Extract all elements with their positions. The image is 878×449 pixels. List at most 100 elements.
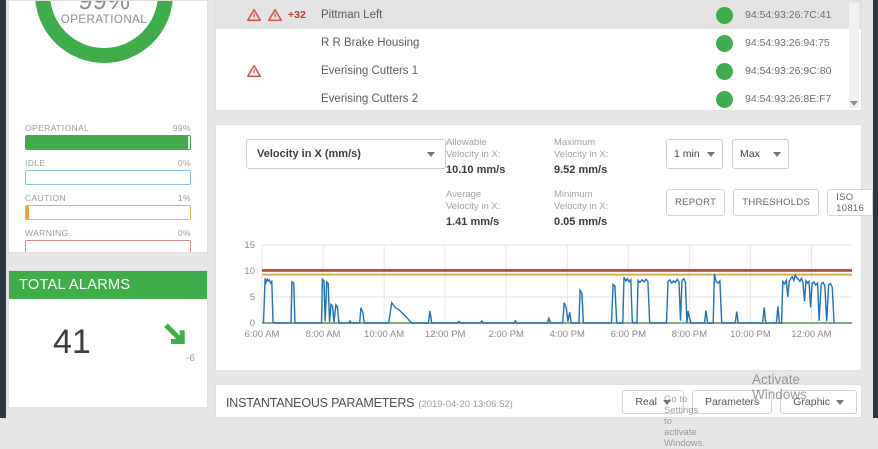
warning-triangle-icon bbox=[246, 64, 262, 78]
svg-text:15: 15 bbox=[244, 240, 255, 251]
stat-label-line2: Velocity in X: bbox=[554, 201, 662, 213]
machine-name: R R Brake Housing bbox=[321, 37, 571, 49]
machine-status-panel: 99% OPERATIONAL OPERATIONAL99%IDLE0%CAUT… bbox=[8, 0, 208, 253]
chevron-down-icon bbox=[707, 152, 715, 157]
app-right-edge bbox=[873, 0, 878, 418]
status-bar-value: 1% bbox=[178, 193, 191, 203]
chevron-down-icon bbox=[427, 152, 435, 157]
svg-text:10:00 AM: 10:00 AM bbox=[364, 329, 404, 340]
select-value: Max bbox=[740, 148, 760, 160]
total-alarms-delta: -6 bbox=[186, 353, 195, 364]
footer-title-wrap: INSTANTANEOUS PARAMETERS (2019-04-20 13:0… bbox=[226, 394, 513, 412]
chevron-down-icon bbox=[836, 400, 844, 405]
parameter-chart-panel: Velocity in X (mm/s) Allowable Velocity i… bbox=[215, 124, 862, 371]
chart-action-buttons: REPORT THRESHOLDS ISO 10816 bbox=[666, 189, 873, 216]
status-bar-fill bbox=[26, 136, 188, 149]
stat-label-line2: Velocity in X: bbox=[446, 201, 554, 213]
svg-text:10: 10 bbox=[244, 266, 255, 277]
alarms-trend-down-arrow-icon bbox=[161, 319, 191, 349]
machine-row-warnings: +32 bbox=[246, 8, 321, 22]
status-bar-label: WARNING bbox=[25, 228, 69, 238]
machine-list-row[interactable]: Everising Cutters 294:54:93:26:8E:F7 bbox=[216, 85, 861, 111]
svg-text:2:00 PM: 2:00 PM bbox=[489, 329, 524, 340]
status-bar-head: CAUTION 1% bbox=[25, 193, 191, 203]
select-max[interactable]: Max bbox=[732, 139, 789, 169]
real-button[interactable]: Real bbox=[622, 390, 684, 414]
stat-label-line1: Minimum bbox=[554, 189, 662, 201]
status-dot-icon bbox=[716, 63, 733, 80]
machine-row-warnings bbox=[246, 64, 321, 78]
footer-timestamp: (2019-04-20 13:06:52) bbox=[418, 399, 513, 410]
status-bars: OPERATIONAL99% IDLE0% CAUTION 1% WARNING 0% bbox=[25, 123, 191, 253]
status-dot-icon bbox=[716, 35, 733, 52]
machine-list-row[interactable]: Everising Cutters 1 94:54:93:26:9C:80 bbox=[216, 57, 861, 85]
status-bar-operational: OPERATIONAL99% bbox=[25, 123, 191, 150]
machine-list-panel: +32Pittman Left94:54:93:26:7C:41R R Brak… bbox=[215, 0, 862, 111]
velocity-chart: 6:00 AM8:00 AM10:00 AM12:00 PM2:00 PM4:0… bbox=[230, 237, 855, 343]
warning-triangle-icon bbox=[246, 8, 262, 22]
machine-name: Pittman Left bbox=[321, 9, 571, 21]
instantaneous-parameters-bar: INSTANTANEOUS PARAMETERS (2019-04-20 13:0… bbox=[215, 384, 862, 418]
parameter-select[interactable]: Velocity in X (mm/s) bbox=[246, 139, 446, 169]
svg-text:6:00 AM: 6:00 AM bbox=[245, 329, 280, 340]
graphic-button[interactable]: Graphic bbox=[780, 390, 857, 414]
svg-text:8:00 AM: 8:00 AM bbox=[306, 329, 341, 340]
operational-gauge-label: OPERATIONAL bbox=[9, 14, 199, 26]
machine-list-row[interactable]: R R Brake Housing94:54:93:26:94:75 bbox=[216, 29, 861, 57]
total-alarms-header: TOTAL ALARMS bbox=[9, 271, 207, 299]
select-1-min[interactable]: 1 min bbox=[666, 139, 723, 169]
svg-text:0: 0 bbox=[250, 318, 255, 329]
status-bar-track bbox=[25, 135, 191, 150]
stat-average: AverageVelocity in X: 1.41 mm/s bbox=[446, 189, 554, 228]
stat-value: 9.52 mm/s bbox=[554, 164, 662, 176]
app-left-edge bbox=[0, 0, 6, 418]
status-bar-label: CAUTION bbox=[25, 193, 66, 203]
status-dot-icon bbox=[716, 91, 733, 108]
select-value: 1 min bbox=[674, 148, 700, 160]
velocity-series-line bbox=[264, 274, 835, 323]
machine-rows: +32Pittman Left94:54:93:26:7C:41R R Brak… bbox=[216, 1, 861, 111]
stat-minimum: MinimumVelocity in X: 0.05 mm/s bbox=[554, 189, 662, 228]
chart-range-selects: 1 min Max bbox=[666, 139, 789, 169]
warning-triangle-icon bbox=[267, 8, 283, 22]
parameter-select-value: Velocity in X (mm/s) bbox=[257, 148, 361, 160]
iso-10816-button[interactable]: ISO 10816 bbox=[827, 189, 873, 216]
status-bar-track bbox=[25, 170, 191, 185]
footer-controls: Real Parameters Graphic bbox=[622, 390, 857, 414]
scroll-down-arrow-icon[interactable] bbox=[850, 101, 858, 106]
status-bar-label: IDLE bbox=[25, 158, 46, 168]
status-bar-value: 0% bbox=[178, 228, 191, 238]
report-button[interactable]: REPORT bbox=[666, 189, 725, 216]
status-bar-caution: CAUTION 1% bbox=[25, 193, 191, 220]
footer-button-label: Graphic bbox=[793, 396, 830, 408]
stat-value: 1.41 mm/s bbox=[446, 216, 554, 228]
stat-value: 10.10 mm/s bbox=[446, 164, 554, 176]
total-alarms-panel: TOTAL ALARMS 41 -6 bbox=[8, 270, 208, 408]
chevron-down-icon bbox=[773, 152, 781, 157]
status-bar-head: WARNING 0% bbox=[25, 228, 191, 238]
thresholds-button[interactable]: THRESHOLDS bbox=[733, 189, 819, 216]
stat-value: 0.05 mm/s bbox=[554, 216, 662, 228]
stat-label-line1: Average bbox=[446, 189, 554, 201]
svg-text:5: 5 bbox=[250, 292, 255, 303]
svg-text:6:00 PM: 6:00 PM bbox=[611, 329, 646, 340]
machine-name: Everising Cutters 1 bbox=[321, 65, 571, 77]
stat-maximum: MaximumVelocity in X:9.52 mm/s bbox=[554, 137, 662, 176]
velocity-stats: AllowableVelocity in X:10.10 mm/sMaximum… bbox=[446, 137, 662, 228]
status-bar-value: 99% bbox=[173, 123, 191, 133]
stat-label-line1: Maximum bbox=[554, 137, 662, 149]
stat-label-line1: Allowable bbox=[446, 137, 554, 149]
machine-mac-address: 94:54:93:26:9C:80 bbox=[745, 65, 843, 77]
status-bar-head: IDLE0% bbox=[25, 158, 191, 168]
status-dot-icon bbox=[716, 7, 733, 24]
machine-list-scrollbar[interactable] bbox=[849, 3, 859, 108]
svg-text:10:00 PM: 10:00 PM bbox=[730, 329, 771, 340]
footer-title: INSTANTANEOUS PARAMETERS bbox=[226, 396, 414, 410]
parameters-button[interactable]: Parameters bbox=[692, 390, 772, 414]
svg-text:12:00 AM: 12:00 AM bbox=[791, 329, 831, 340]
machine-list-row[interactable]: +32Pittman Left94:54:93:26:7C:41 bbox=[216, 1, 861, 29]
status-bar-head: OPERATIONAL99% bbox=[25, 123, 191, 133]
total-alarms-count: 41 bbox=[53, 323, 91, 362]
status-bar-warning: WARNING 0% bbox=[25, 228, 191, 253]
status-bar-track bbox=[25, 205, 191, 220]
